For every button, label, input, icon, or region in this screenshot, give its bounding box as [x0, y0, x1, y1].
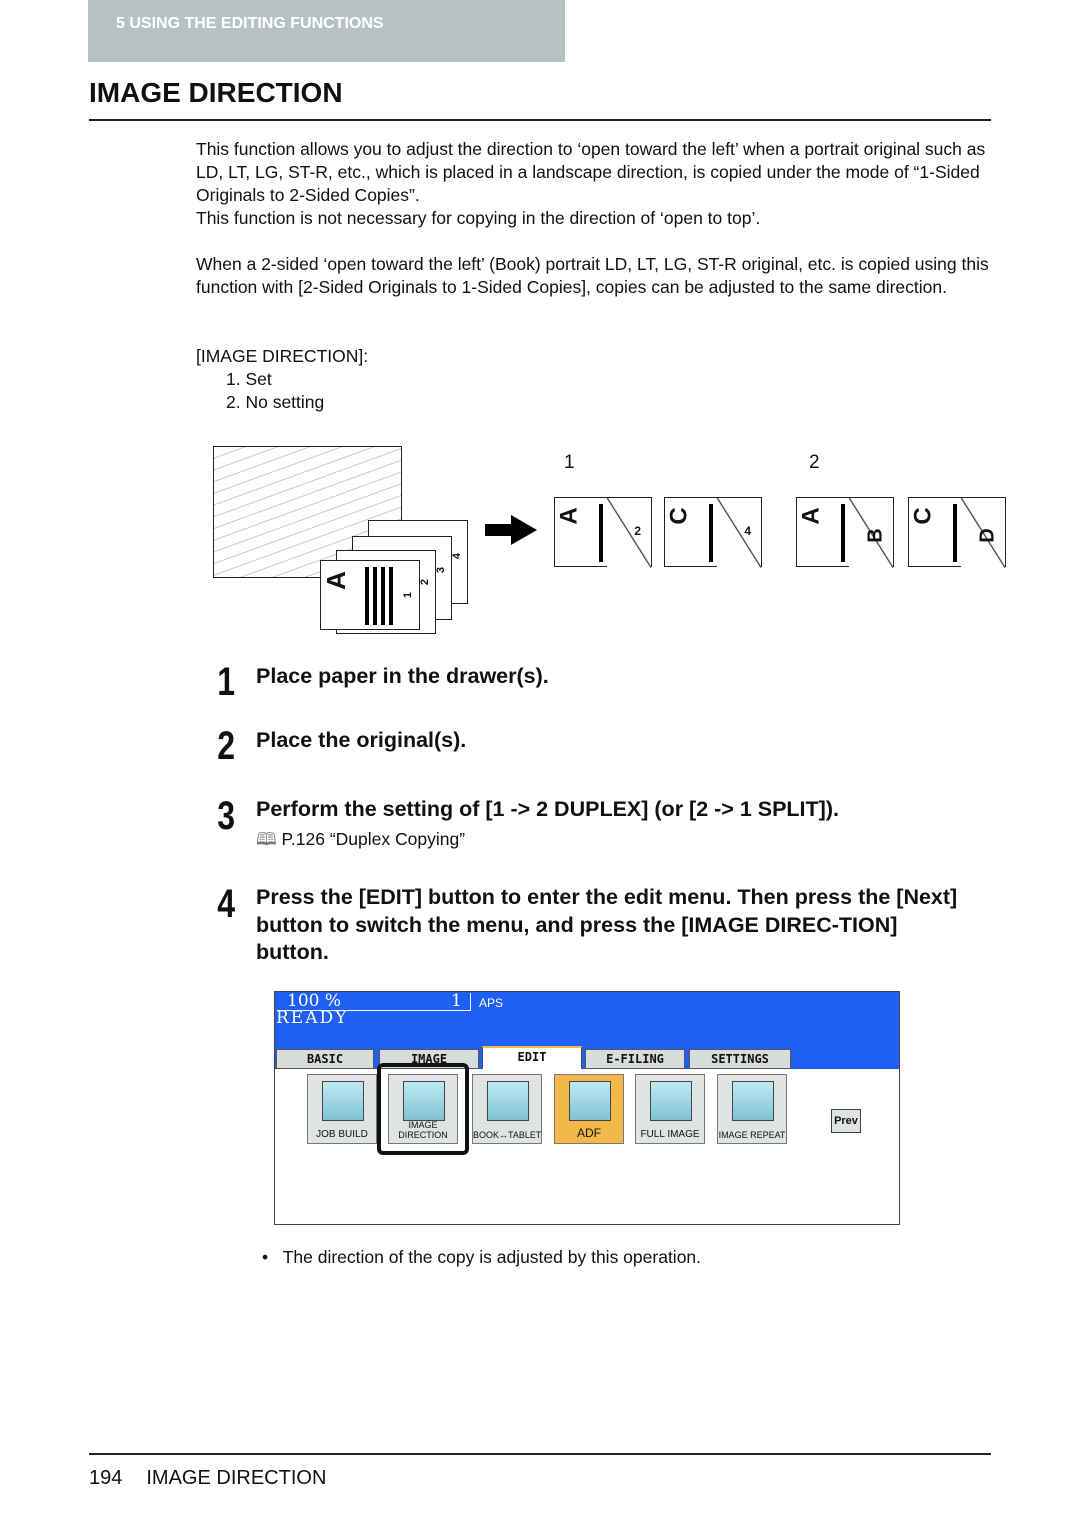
chapter-label: 5 USING THE EDITING FUNCTIONS	[116, 15, 384, 32]
intro-p1: This function allows you to adjust the d…	[196, 139, 986, 205]
figure-label-2: 2	[809, 452, 820, 473]
tab-edit[interactable]: EDIT	[482, 1046, 582, 1069]
step-text: Press the [EDIT] button to enter the edi…	[256, 885, 958, 964]
result-page: CD	[908, 497, 1006, 568]
job-build-icon	[322, 1081, 364, 1121]
step-number: 4	[217, 882, 236, 926]
footer-title: IMAGE DIRECTION	[146, 1467, 327, 1489]
result-page: A2	[554, 497, 652, 568]
intro-p2: This function is not necessary for copyi…	[196, 208, 761, 228]
image-repeat-button[interactable]: IMAGE REPEAT	[717, 1074, 787, 1144]
prev-button[interactable]: Prev	[831, 1109, 861, 1133]
option-1: 1. Set	[226, 369, 272, 389]
step-text: Place the original(s).	[256, 728, 467, 752]
adf-button[interactable]: ADF	[554, 1074, 624, 1144]
image-repeat-icon	[732, 1081, 774, 1121]
step-number: 3	[217, 794, 236, 838]
book-tablet-icon	[487, 1081, 529, 1121]
tab-settings[interactable]: SETTINGS	[689, 1049, 791, 1069]
reference-link[interactable]: P.126 “Duplex Copying”	[282, 829, 466, 849]
image-direction-button[interactable]: IMAGE DIRECTION	[388, 1074, 458, 1144]
page-title: IMAGE DIRECTION	[89, 77, 343, 108]
reference[interactable]: 🕮 P.126 “Duplex Copying”	[256, 827, 465, 857]
footer-rule	[89, 1453, 991, 1455]
tab-e-filing[interactable]: E-FILING	[585, 1049, 685, 1069]
book-tablet-button[interactable]: BOOK↔TABLET	[472, 1074, 542, 1144]
options-label: [IMAGE DIRECTION]:	[196, 346, 369, 366]
image-direction-icon	[403, 1081, 445, 1121]
note-text: The direction of the copy is adjusted by…	[282, 1247, 702, 1267]
figure-label-1: 1	[564, 452, 575, 473]
job-build-button[interactable]: JOB BUILD	[307, 1074, 377, 1144]
stack-num: 1	[402, 591, 415, 599]
bullet-icon: •	[262, 1247, 283, 1267]
step-text: Perform the setting of [1 -> 2 DUPLEX] (…	[256, 797, 839, 821]
tab-basic[interactable]: BASIC	[276, 1049, 374, 1069]
option-2: 2. No setting	[226, 392, 325, 412]
footer: 194 IMAGE DIRECTION	[89, 1467, 326, 1490]
chapter-tab: 5 USING THE EDITING FUNCTIONS	[88, 0, 565, 62]
intro-p3: When a 2-sided ‘open toward the left’ (B…	[196, 254, 989, 297]
stack-num: 3	[435, 566, 448, 574]
title-rule	[89, 119, 991, 121]
result-page: AB	[796, 497, 894, 568]
note: • The direction of the copy is adjusted …	[262, 1247, 701, 1268]
step-number: 2	[217, 724, 236, 768]
original-stack: A 1 2 3 4	[320, 520, 470, 634]
paper-mode: APS	[479, 996, 504, 1010]
result-page: C4	[664, 497, 762, 568]
page-number: 194	[89, 1467, 123, 1489]
step-number: 1	[217, 660, 236, 704]
arrow-right-icon	[485, 515, 537, 545]
stack-letter: A	[320, 571, 351, 590]
stack-num: 4	[451, 552, 464, 560]
book-icon: 🕮	[256, 829, 282, 849]
touch-panel-screenshot: 100 % 1 APS READY BASIC IMAGE EDIT E-FIL…	[274, 991, 900, 1225]
status-text: READY	[276, 1008, 349, 1028]
copy-count: 1	[451, 991, 462, 1011]
full-image-button[interactable]: FULL IMAGE	[635, 1074, 705, 1144]
adf-icon	[569, 1081, 611, 1121]
step-text: Place paper in the drawer(s).	[256, 664, 549, 688]
stack-num: 2	[419, 578, 432, 586]
full-image-icon	[650, 1081, 692, 1121]
